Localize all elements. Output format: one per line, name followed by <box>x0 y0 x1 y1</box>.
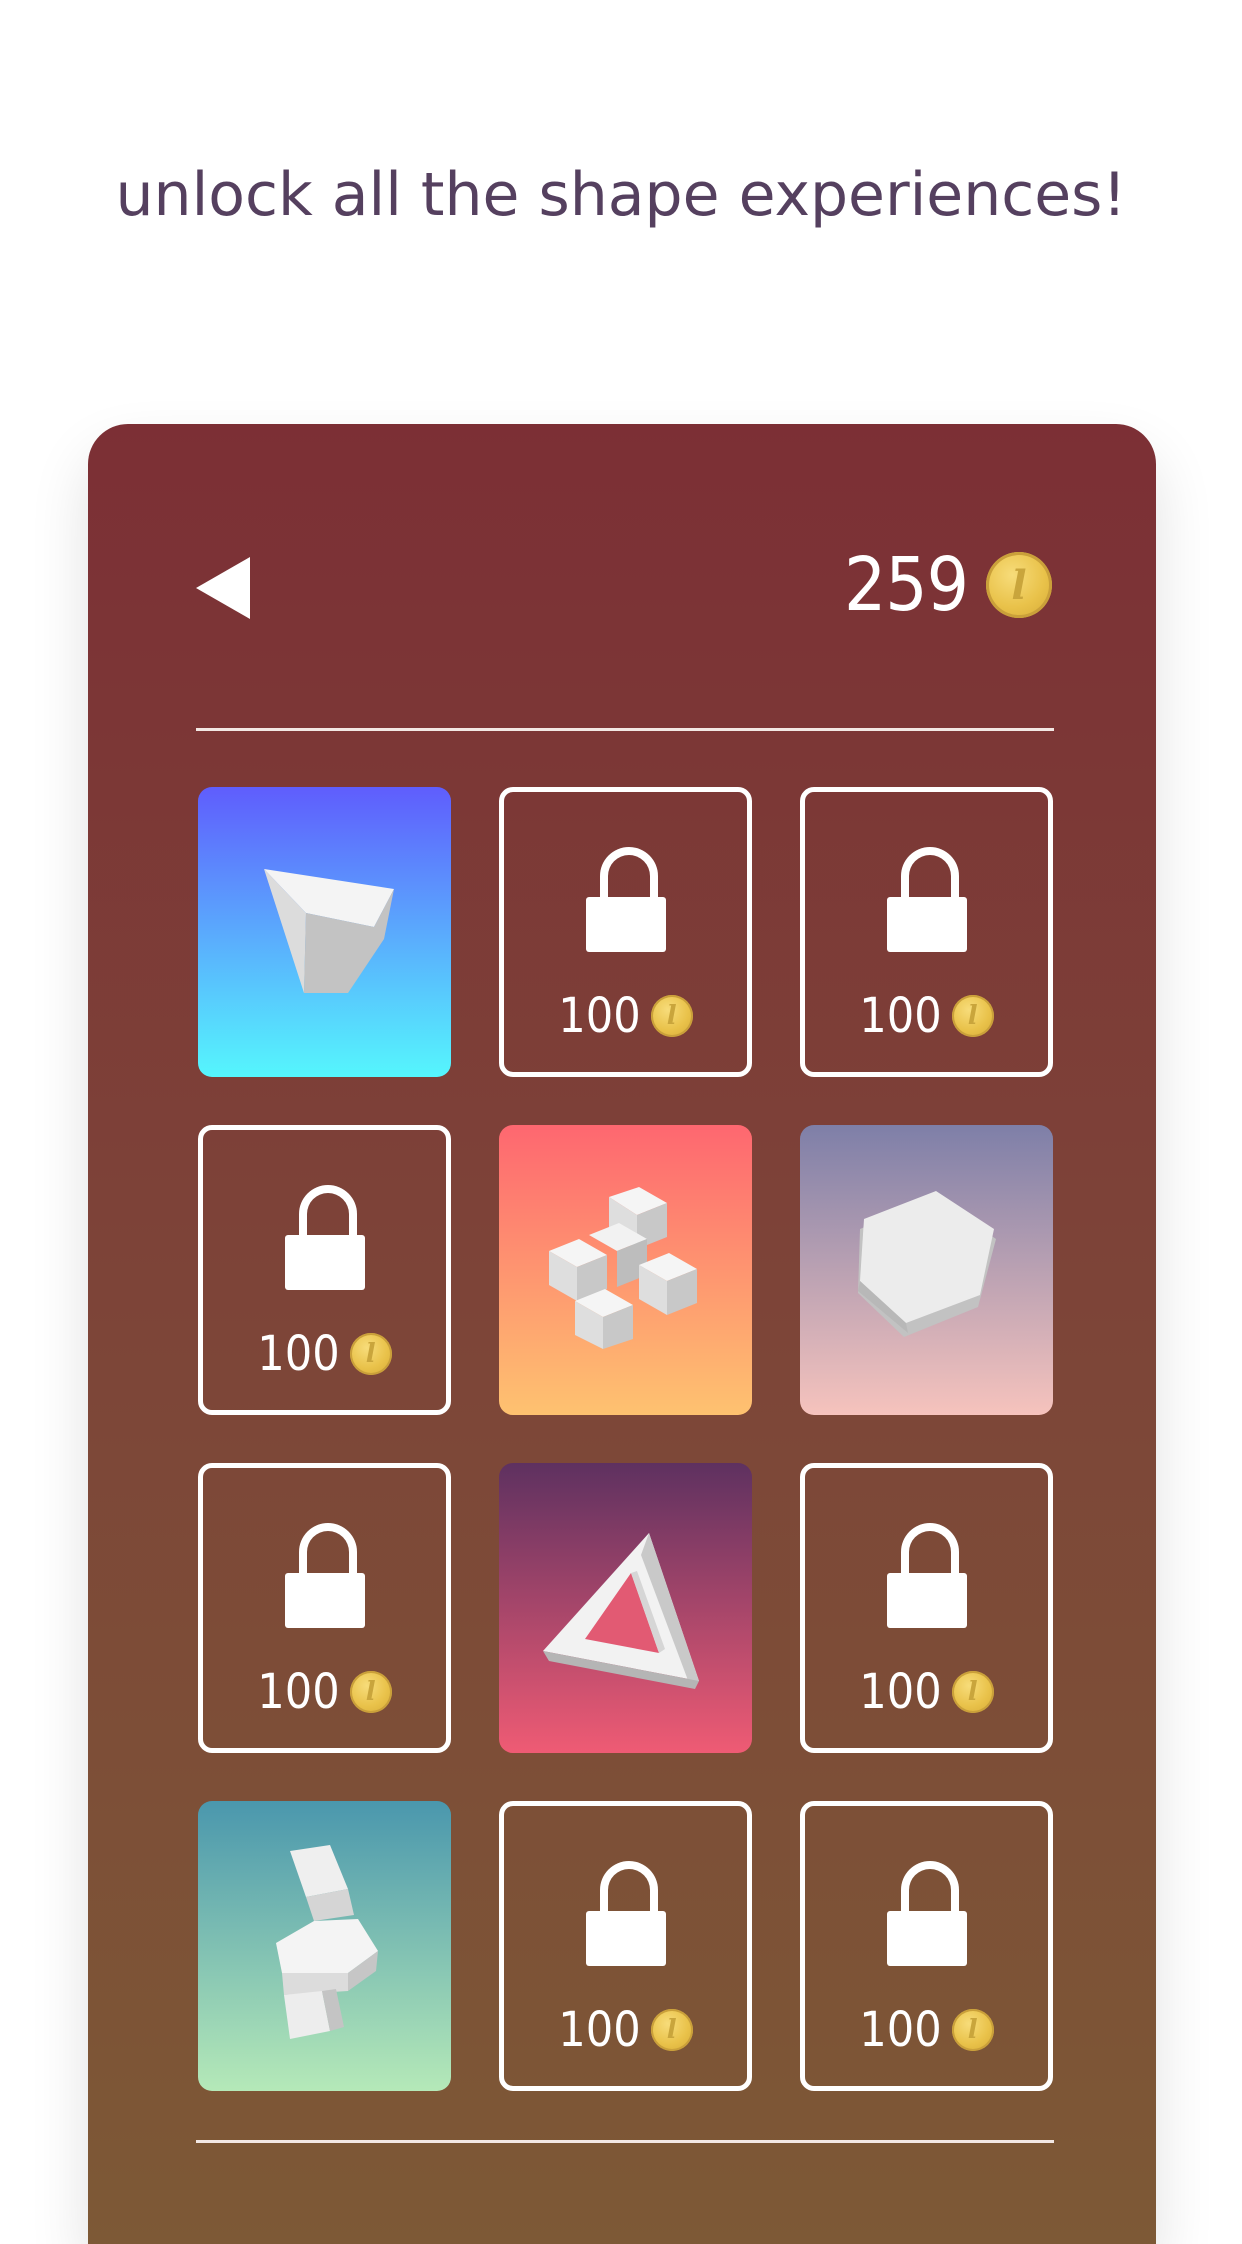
price-tag: 100 l <box>805 1664 1048 1720</box>
price-tag: 100 l <box>805 988 1048 1044</box>
price-value: 100 <box>558 988 641 1044</box>
locked-shape-tile[interactable]: 100 l <box>800 787 1053 1077</box>
locked-shape-tile[interactable]: 100 l <box>198 1463 451 1753</box>
shape-tile-triangle[interactable] <box>499 1463 752 1753</box>
price-value: 100 <box>257 1326 340 1382</box>
price-value: 100 <box>558 2002 641 2058</box>
coin-icon: l <box>650 995 693 1037</box>
coin-icon: l <box>986 552 1052 618</box>
coin-icon: l <box>951 2009 994 2051</box>
stacked-blocks-shape-icon <box>276 1845 378 2039</box>
balance-value: 259 <box>843 542 969 628</box>
locked-shape-tile[interactable]: 100 l <box>198 1125 451 1415</box>
locked-shape-tile[interactable]: 100 l <box>499 787 752 1077</box>
price-tag: 100 l <box>504 988 747 1044</box>
locked-shape-tile[interactable]: 100 l <box>499 1801 752 2091</box>
lock-icon <box>284 1185 365 1295</box>
coin-icon: l <box>951 1671 994 1713</box>
arrowhead-shape-icon <box>264 869 394 993</box>
shape-tile-cubes[interactable] <box>499 1125 752 1415</box>
locked-shape-tile[interactable]: 100 l <box>800 1463 1053 1753</box>
top-divider <box>196 728 1054 731</box>
price-value: 100 <box>859 988 942 1044</box>
bottom-divider <box>196 2140 1054 2143</box>
lock-icon <box>886 1861 967 1971</box>
price-tag: 100 l <box>203 1664 446 1720</box>
coin-balance: 259 l <box>844 542 1052 628</box>
price-value: 100 <box>257 1664 340 1720</box>
cube-cluster-shape-icon <box>549 1187 697 1349</box>
price-tag: 100 l <box>203 1326 446 1382</box>
coin-icon: l <box>349 1671 392 1713</box>
price-value: 100 <box>859 1664 942 1720</box>
price-tag: 100 l <box>805 2002 1048 2058</box>
lock-icon <box>886 847 967 957</box>
lock-icon <box>585 1861 666 1971</box>
coin-icon: l <box>951 995 994 1037</box>
price-value: 100 <box>859 2002 942 2058</box>
page-headline: unlock all the shape experiences! <box>115 160 1127 230</box>
lock-icon <box>585 847 666 957</box>
shape-tile-hexagon[interactable] <box>800 1125 1053 1415</box>
coin-icon: l <box>650 2009 693 2051</box>
lock-icon <box>886 1523 967 1633</box>
back-triangle-icon[interactable] <box>196 557 250 619</box>
shape-tile-blocks[interactable] <box>198 1801 451 2091</box>
shape-tile-arrowhead[interactable] <box>198 787 451 1077</box>
impossible-triangle-shape-icon <box>543 1533 699 1689</box>
hexagon-shape-icon <box>858 1191 996 1337</box>
shape-grid: 100 l 100 l 100 l 100 l 100 l 100 l 100 … <box>198 787 1054 2091</box>
shape-store-panel: 259 l 100 l 100 l 100 l 100 l 100 l 100 … <box>88 424 1156 2244</box>
price-tag: 100 l <box>504 2002 747 2058</box>
lock-icon <box>284 1523 365 1633</box>
locked-shape-tile[interactable]: 100 l <box>800 1801 1053 2091</box>
coin-icon: l <box>349 1333 392 1375</box>
